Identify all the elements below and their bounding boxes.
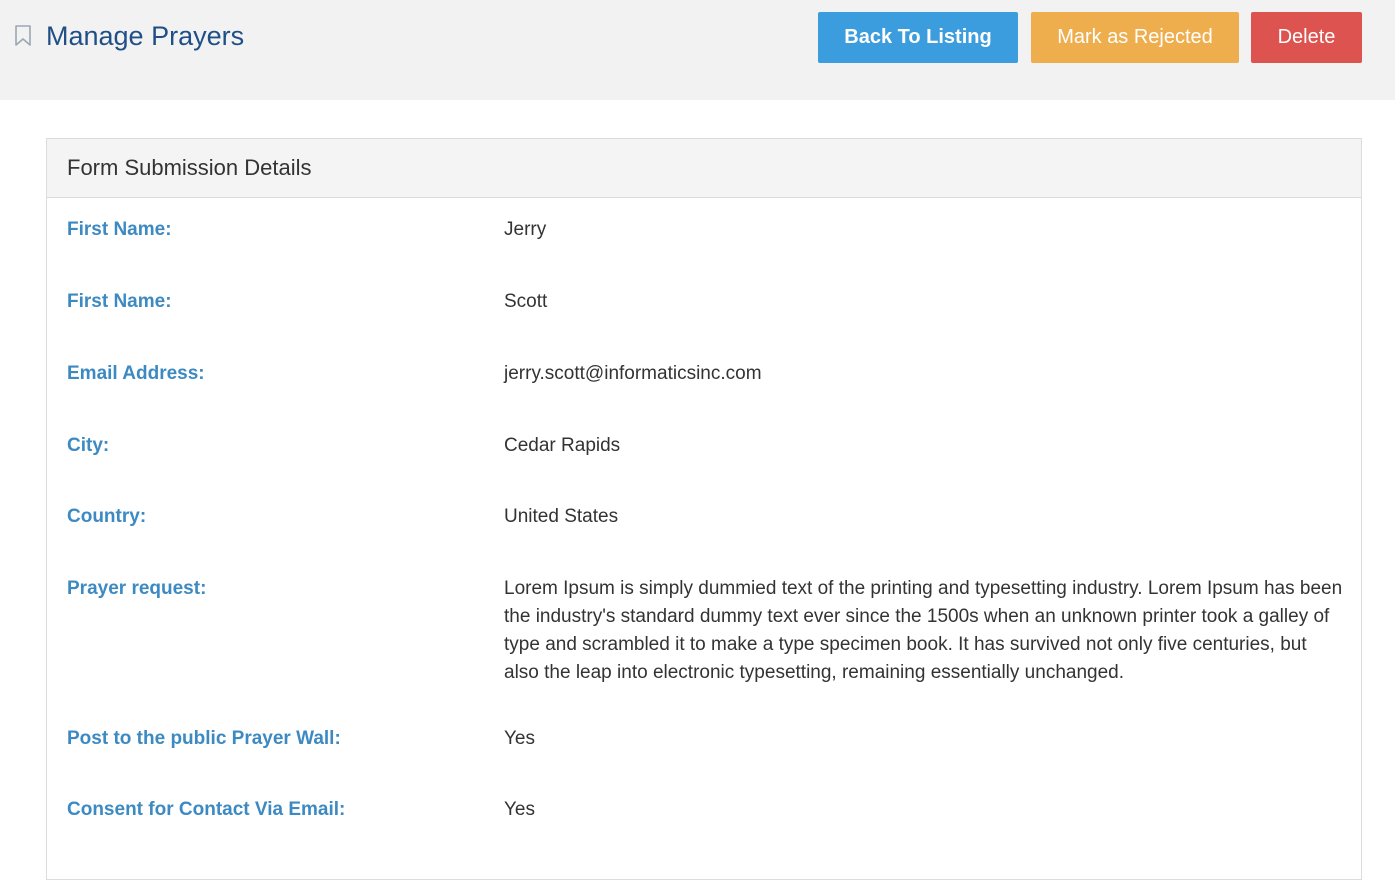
field-label: Consent for Contact Via Email: <box>67 799 346 820</box>
field-value: Yes <box>504 728 535 749</box>
field-value: Yes <box>504 799 535 820</box>
back-to-listing-button[interactable]: Back To Listing <box>818 12 1018 63</box>
field-label: First Name: <box>67 291 172 312</box>
delete-button[interactable]: Delete <box>1251 12 1362 63</box>
bookmark-icon <box>14 25 32 47</box>
field-value: jerry.scott@informaticsinc.com <box>504 363 762 384</box>
field-value: Cedar Rapids <box>504 435 621 456</box>
field-label: First Name: <box>67 219 172 240</box>
field-value: Scott <box>504 291 548 312</box>
mark-as-rejected-button[interactable]: Mark as Rejected <box>1031 12 1239 63</box>
panel-heading: Form Submission Details <box>47 139 1361 198</box>
field-label: Prayer request: <box>67 578 207 599</box>
field-label: Email Address: <box>67 363 205 384</box>
field-value: Jerry <box>504 219 547 240</box>
field-label: Post to the public Prayer Wall: <box>67 728 341 749</box>
form-submission-panel: Form Submission Details First Name: Jerr… <box>46 138 1362 880</box>
field-value: Lorem Ipsum is simply dummied text of th… <box>504 578 1343 683</box>
field-value: United States <box>504 506 619 527</box>
field-label: City: <box>67 435 110 456</box>
title-group: Manage Prayers <box>14 18 244 54</box>
field-label: Country: <box>67 506 147 527</box>
page-title: Manage Prayers <box>46 21 245 51</box>
page-header: Manage Prayers Back To Listing Mark as R… <box>0 0 1395 100</box>
